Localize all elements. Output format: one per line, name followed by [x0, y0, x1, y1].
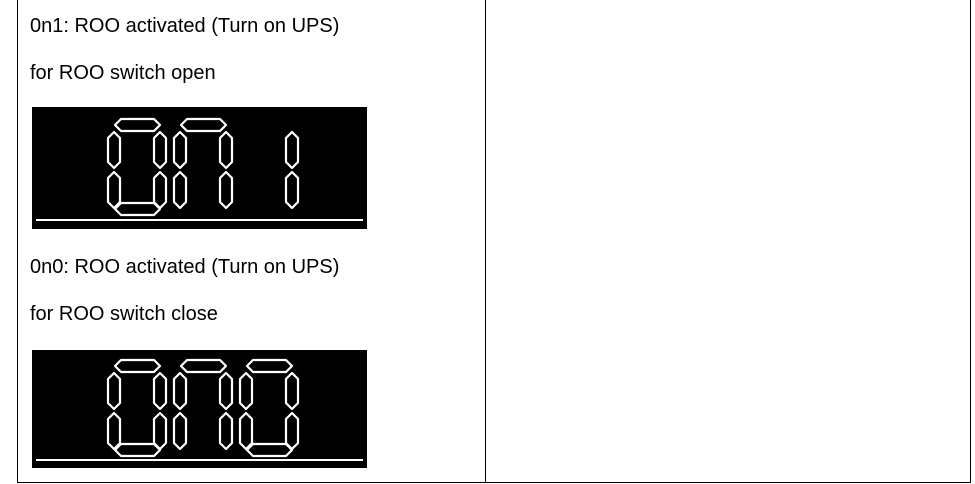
row1-description-line1: 0n1: ROO activated (Turn on UPS)	[30, 15, 340, 37]
row2-description-line1: 0n0: ROO activated (Turn on UPS)	[30, 256, 340, 278]
lcd-display-0n0	[32, 350, 367, 468]
column-divider	[485, 0, 486, 482]
left-cell: 0n1: ROO activated (Turn on UPS) for ROO…	[18, 0, 485, 482]
description-table: 0n1: ROO activated (Turn on UPS) for ROO…	[17, 0, 971, 483]
lcd-display-0n1	[32, 107, 367, 229]
row1-description-line2: for ROO switch open	[30, 62, 216, 84]
row2-description-line2: for ROO switch close	[30, 303, 218, 325]
lcd-0n1-graphic	[36, 117, 363, 221]
lcd-0n0-graphic	[36, 358, 363, 461]
